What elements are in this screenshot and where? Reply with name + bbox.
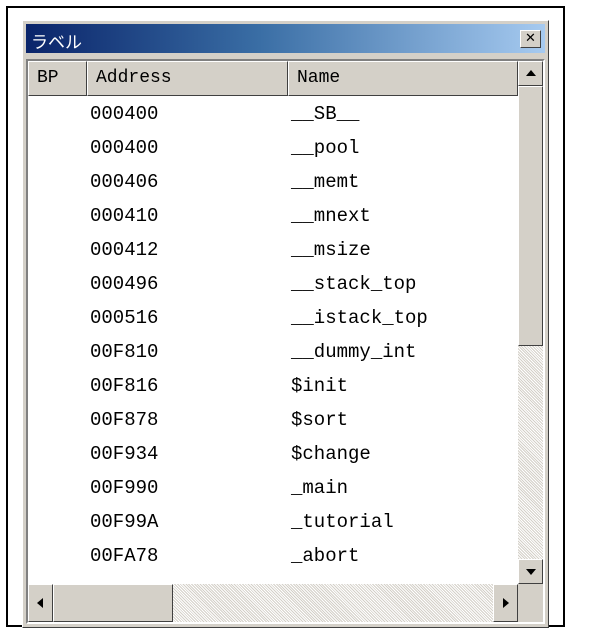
row-name: _tutorial	[291, 511, 394, 533]
table-row[interactable]: 00F878 $sort	[28, 404, 518, 438]
table-row[interactable]: 000516 __istack_top	[28, 302, 518, 336]
row-name: $sort	[291, 409, 349, 431]
row-address: 000410	[90, 205, 159, 227]
label-rows: 000400 __SB__ 000400 __pool 000406 __memt 0004…	[28, 98, 518, 582]
label-list-view: BP Address Name 000400 __SB__ 000400 __pool…	[26, 59, 545, 624]
triangle-down-icon	[526, 569, 536, 575]
row-name: __pool	[291, 137, 360, 159]
row-name: $change	[291, 443, 371, 465]
horizontal-scrollbar[interactable]	[28, 584, 518, 622]
row-address: 000400	[90, 103, 159, 125]
column-header-name[interactable]: Name	[288, 61, 518, 96]
triangle-right-icon	[503, 598, 509, 608]
table-row[interactable]: 00F810 __dummy_int	[28, 336, 518, 370]
row-address: 000406	[90, 171, 159, 193]
row-name: __dummy_int	[291, 341, 417, 363]
row-name: __mnext	[291, 205, 371, 227]
row-name: $init	[291, 375, 349, 397]
row-address: 000400	[90, 137, 159, 159]
close-icon: ✕	[525, 31, 536, 46]
title-bar[interactable]: ラベル ✕	[26, 24, 545, 53]
row-name: _abort	[291, 545, 360, 567]
table-row[interactable]: 00F990 _main	[28, 472, 518, 506]
row-name: __memt	[291, 171, 360, 193]
row-address: 00F816	[90, 375, 159, 397]
row-address: 00F990	[90, 477, 159, 499]
row-name: __istack_top	[291, 307, 428, 329]
close-button[interactable]: ✕	[520, 30, 541, 48]
row-address: 000496	[90, 273, 159, 295]
table-row[interactable]: 000400 __pool	[28, 132, 518, 166]
scroll-left-button[interactable]	[28, 584, 53, 622]
table-row[interactable]: 00F816 $init	[28, 370, 518, 404]
table-row[interactable]: 000496 __stack_top	[28, 268, 518, 302]
table-row[interactable]: 000406 __memt	[28, 166, 518, 200]
outer-frame: ラベル ✕ BP Address Name 000400 __SB__ 000400…	[6, 6, 565, 628]
column-header-bp[interactable]: BP	[28, 61, 87, 96]
row-address: 000412	[90, 239, 159, 261]
row-name: _main	[291, 477, 349, 499]
table-row[interactable]: 00F99A _tutorial	[28, 506, 518, 540]
window-title: ラベル	[31, 33, 82, 53]
scrollbar-corner	[518, 584, 543, 622]
vertical-scroll-thumb[interactable]	[518, 86, 543, 346]
table-row[interactable]: 000410 __mnext	[28, 200, 518, 234]
column-header-address[interactable]: Address	[87, 61, 288, 96]
row-name: __msize	[291, 239, 371, 261]
row-name: __SB__	[291, 103, 360, 125]
triangle-left-icon	[37, 598, 43, 608]
row-address: 000516	[90, 307, 159, 329]
row-name: __stack_top	[291, 273, 417, 295]
scroll-up-button[interactable]	[518, 61, 543, 86]
vertical-scrollbar[interactable]	[518, 61, 543, 584]
horizontal-scroll-thumb[interactable]	[53, 584, 173, 622]
table-row[interactable]: 00F934 $change	[28, 438, 518, 472]
row-address: 00F878	[90, 409, 159, 431]
table-row[interactable]: 000400 __SB__	[28, 98, 518, 132]
table-row[interactable]: 00FA78 _abort	[28, 540, 518, 574]
table-row[interactable]: 000412 __msize	[28, 234, 518, 268]
triangle-up-icon	[526, 70, 536, 76]
scroll-down-button[interactable]	[518, 559, 543, 584]
scroll-right-button[interactable]	[493, 584, 518, 622]
row-address: 00F99A	[90, 511, 159, 533]
label-window: ラベル ✕ BP Address Name 000400 __SB__ 000400…	[22, 20, 549, 628]
row-address: 00FA78	[90, 545, 159, 567]
row-address: 00F934	[90, 443, 159, 465]
row-address: 00F810	[90, 341, 159, 363]
